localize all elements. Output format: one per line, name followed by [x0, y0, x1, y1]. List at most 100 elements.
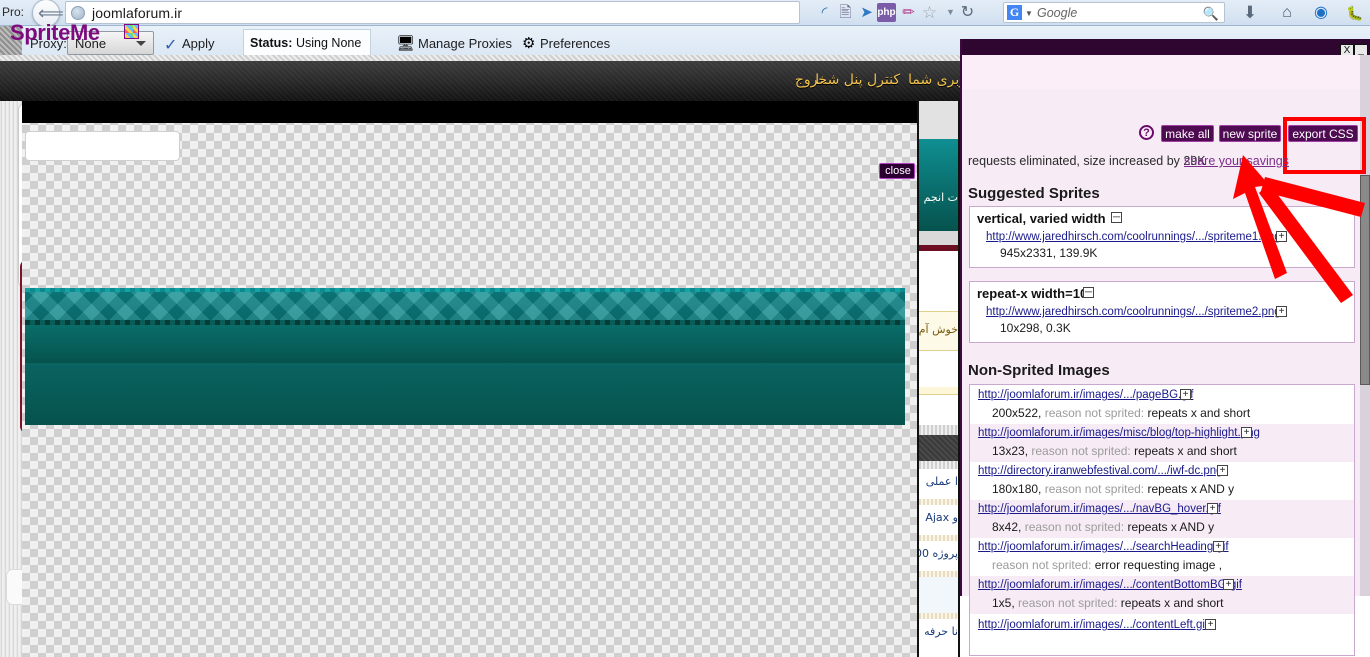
collapse-icon[interactable]: ─: [1111, 212, 1122, 223]
expand-icon[interactable]: +: [1276, 231, 1287, 242]
close-button-label: close: [885, 165, 911, 177]
nav-item-logout[interactable]: خروج: [795, 72, 827, 88]
thin-col-hatch-4: [919, 535, 958, 541]
expand-icon[interactable]: +: [1205, 619, 1216, 630]
thin-col-dark: [919, 435, 958, 461]
thin-col-text-3[interactable]: و Ajax: [919, 511, 958, 524]
thin-col-grey-2: [919, 231, 958, 245]
list-item[interactable]: http://directory.iranwebfestival.com/...…: [970, 462, 1354, 500]
image-meta: 8x42, reason not sprited: repeats x AND …: [992, 520, 1214, 534]
reload-icon[interactable]: ↻: [958, 3, 977, 22]
sprite-url-link[interactable]: http://www.jaredhirsch.com/coolrunnings/…: [986, 306, 1281, 318]
help-circle-icon[interactable]: ?: [1139, 125, 1154, 140]
thin-col-teal: [919, 139, 958, 231]
teal-scallop-top: [25, 288, 905, 292]
image-size: 200x522,: [992, 406, 1042, 420]
reason-label: reason not sprited:: [1024, 520, 1125, 534]
make-all-button[interactable]: make all: [1161, 125, 1214, 142]
expand-icon[interactable]: +: [1180, 389, 1191, 400]
expand-icon[interactable]: +: [1217, 465, 1228, 476]
status-value: Using None: [296, 36, 362, 50]
spriteme-titlebar: X _: [962, 39, 1370, 57]
media-icon[interactable]: ◉: [1311, 3, 1331, 23]
spriteme-summary: requests eliminated, size increased by 2…: [968, 154, 1206, 168]
collapse-icon[interactable]: ─: [1083, 287, 1094, 298]
sprite-dims: 945x2331, 139.9K: [1000, 246, 1098, 260]
thin-col-text-5[interactable]: نا حرفه: [919, 625, 958, 638]
image-size: 13x23,: [992, 444, 1029, 458]
php-icon[interactable]: php: [877, 3, 896, 22]
google-icon: G: [1007, 5, 1022, 20]
preferences-button[interactable]: Preferences: [540, 36, 610, 51]
home-icon[interactable]: ⌂: [1277, 3, 1297, 23]
url-text: joomlaforum.ir: [92, 5, 183, 21]
search-icon[interactable]: 🔍: [1203, 6, 1219, 22]
proxies-icon: 🖥: [396, 35, 416, 52]
status-label: Status:: [250, 36, 293, 50]
list-item[interactable]: http://joomlaforum.ir/images/.../pageBG.…: [970, 386, 1354, 424]
thin-col-white-1: [919, 251, 958, 311]
image-size: 8x42,: [992, 520, 1022, 534]
image-url-link[interactable]: http://joomlaforum.ir/images/.../content…: [978, 579, 1242, 591]
panel-scroll-thumb[interactable]: [1360, 175, 1370, 385]
sprite-url-link[interactable]: http://www.jaredhirsch.com/coolrunnings/…: [986, 231, 1281, 243]
reason-value: repeats x and short: [1147, 406, 1251, 420]
close-button[interactable]: close: [879, 163, 915, 179]
reason-value: repeats x and short: [1120, 596, 1224, 610]
expand-icon[interactable]: +: [1207, 503, 1218, 514]
thin-col-grey-1: [919, 101, 958, 139]
browser-chrome: Pro: ⟸ joomlaforum.ir ◜ 🖹 ➤ php ✏ ☆ ▼ ↻ …: [0, 0, 1370, 27]
list-item[interactable]: http://joomlaforum.ir/images/.../content…: [970, 614, 1354, 636]
globe-icon: [71, 6, 85, 20]
thin-col-strip: [919, 387, 958, 395]
new-sprite-button[interactable]: new sprite: [1219, 125, 1281, 142]
list-item[interactable]: http://joomlaforum.ir/images/.../content…: [970, 576, 1354, 614]
sound-icon[interactable]: ◜: [815, 3, 834, 22]
thin-col-text-1: خوش آم: [919, 323, 958, 336]
search-input[interactable]: G ▼ Google 🔍: [1003, 2, 1225, 23]
sprite-preview-teal-banner: [25, 288, 905, 366]
reason-label: reason not sprited:: [992, 558, 1092, 572]
reason-label: reason not sprited:: [1018, 596, 1118, 610]
image-meta: 200x522, reason not sprited: repeats x a…: [992, 406, 1250, 420]
image-size: 180x180,: [992, 482, 1042, 496]
image-size: 1x5,: [992, 596, 1015, 610]
expand-icon[interactable]: +: [1241, 427, 1252, 438]
image-meta: reason not sprited: error requesting ima…: [992, 558, 1222, 572]
manage-proxies-button[interactable]: Manage Proxies: [418, 36, 512, 51]
expand-icon[interactable]: +: [1276, 306, 1287, 317]
url-bar[interactable]: joomlaforum.ir: [65, 1, 800, 24]
image-url-link[interactable]: http://directory.iranwebfestival.com/...…: [978, 465, 1223, 477]
site-content-column: ت انجم خوش آم ا عملی و Ajax پروژه 00 نا …: [917, 101, 960, 657]
image-url-link[interactable]: http://joomlaforum.ir/images/.../searchH…: [978, 541, 1229, 553]
list-item[interactable]: http://joomlaforum.ir/images/misc/blog/t…: [970, 424, 1354, 462]
apply-button[interactable]: Apply: [182, 36, 215, 51]
reason-value: repeats x AND y: [1147, 482, 1235, 496]
spriteme-header: [962, 55, 1370, 89]
thin-col-text-4[interactable]: پروژه 00: [919, 547, 958, 560]
sprite-preview-teal-bottom: [25, 363, 905, 425]
share-savings-link[interactable]: share your savings: [1184, 154, 1289, 168]
thin-col-text-2[interactable]: ا عملی: [919, 475, 958, 488]
paper-plane-icon[interactable]: ➤: [857, 3, 876, 22]
nav-item-control-panel[interactable]: کنترل پنل شما: [815, 72, 900, 88]
download-icon[interactable]: ⬇: [1240, 3, 1260, 23]
chevron-down-icon[interactable]: ▼: [1025, 9, 1033, 18]
image-meta: 1x5, reason not sprited: repeats x and s…: [992, 596, 1224, 610]
image-url-link[interactable]: http://joomlaforum.ir/images/.../navBG_h…: [978, 503, 1221, 515]
expand-icon[interactable]: +: [1223, 579, 1234, 590]
chevron-down-icon: [136, 41, 146, 46]
list-item[interactable]: http://joomlaforum.ir/images/.../navBG_h…: [970, 500, 1354, 538]
star-icon[interactable]: ☆: [920, 3, 939, 22]
list-item[interactable]: http://joomlaforum.ir/images/.../searchH…: [970, 538, 1354, 576]
image-url-link[interactable]: http://joomlaforum.ir/images/.../content…: [978, 619, 1208, 631]
image-url-link[interactable]: http://joomlaforum.ir/images/misc/blog/t…: [978, 427, 1260, 439]
annotation-highlight-box: [1283, 117, 1366, 174]
image-url-link[interactable]: http://joomlaforum.ir/images/.../pageBG.…: [978, 389, 1193, 401]
bug-icon[interactable]: 🐛: [1345, 3, 1365, 23]
pencil-icon[interactable]: ✏: [899, 3, 918, 22]
non-sprited-images-heading: Non-Sprited Images: [968, 362, 1110, 379]
page-icon[interactable]: 🖹: [836, 3, 855, 22]
reason-label: reason not sprited:: [1044, 482, 1145, 496]
expand-icon[interactable]: +: [1213, 541, 1224, 552]
